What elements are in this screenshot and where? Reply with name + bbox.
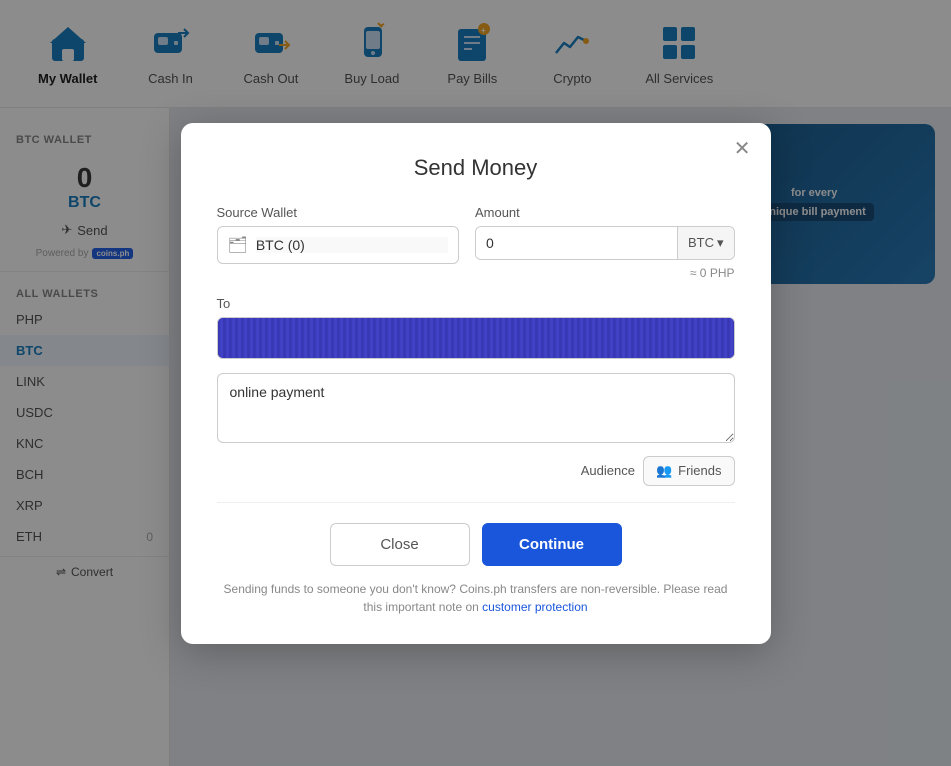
php-equiv: ≈ 0 PHP xyxy=(475,266,735,280)
send-money-modal: ✕ Send Money Source Wallet 🗂 Amount BTC … xyxy=(181,123,771,644)
modal-close-button[interactable]: ✕ xyxy=(734,139,751,159)
source-wallet-group: Source Wallet 🗂 xyxy=(217,205,459,280)
close-button[interactable]: Close xyxy=(330,523,470,566)
amount-input-wrap: BTC ▾ xyxy=(475,226,735,260)
currency-select[interactable]: BTC ▾ xyxy=(677,227,734,259)
continue-button[interactable]: Continue xyxy=(482,523,622,566)
audience-friends-button[interactable]: 👥 Friends xyxy=(643,456,735,486)
source-wallet-input[interactable] xyxy=(256,237,448,253)
amount-label: Amount xyxy=(475,205,735,220)
amount-input[interactable] xyxy=(476,227,677,259)
modal-overlay: ✕ Send Money Source Wallet 🗂 Amount BTC … xyxy=(0,0,951,766)
source-wallet-input-wrap: 🗂 xyxy=(217,226,459,264)
to-section: To xyxy=(217,296,735,359)
friends-label: Friends xyxy=(678,463,721,478)
friends-icon: 👥 xyxy=(656,463,672,479)
to-input-redacted[interactable] xyxy=(217,317,735,359)
form-row-source-amount: Source Wallet 🗂 Amount BTC ▾ ≈ 0 PHP xyxy=(217,205,735,280)
wallet-icon: 🗂 xyxy=(228,235,248,255)
currency-label: BTC xyxy=(688,235,714,250)
button-row: Close Continue xyxy=(217,523,735,566)
warning-text-content: Sending funds to someone you don't know?… xyxy=(224,582,728,614)
amount-group: Amount BTC ▾ ≈ 0 PHP xyxy=(475,205,735,280)
chevron-down-icon: ▾ xyxy=(717,235,724,251)
warning-text: Sending funds to someone you don't know?… xyxy=(217,580,735,616)
to-input[interactable] xyxy=(218,318,734,358)
modal-divider xyxy=(217,502,735,503)
audience-row: Audience 👥 Friends xyxy=(217,456,735,486)
modal-title: Send Money xyxy=(217,155,735,181)
to-label: To xyxy=(217,296,735,311)
audience-label: Audience xyxy=(581,463,635,478)
customer-protection-link[interactable]: customer protection xyxy=(482,600,587,614)
note-textarea[interactable]: online payment xyxy=(217,373,735,443)
source-wallet-label: Source Wallet xyxy=(217,205,459,220)
